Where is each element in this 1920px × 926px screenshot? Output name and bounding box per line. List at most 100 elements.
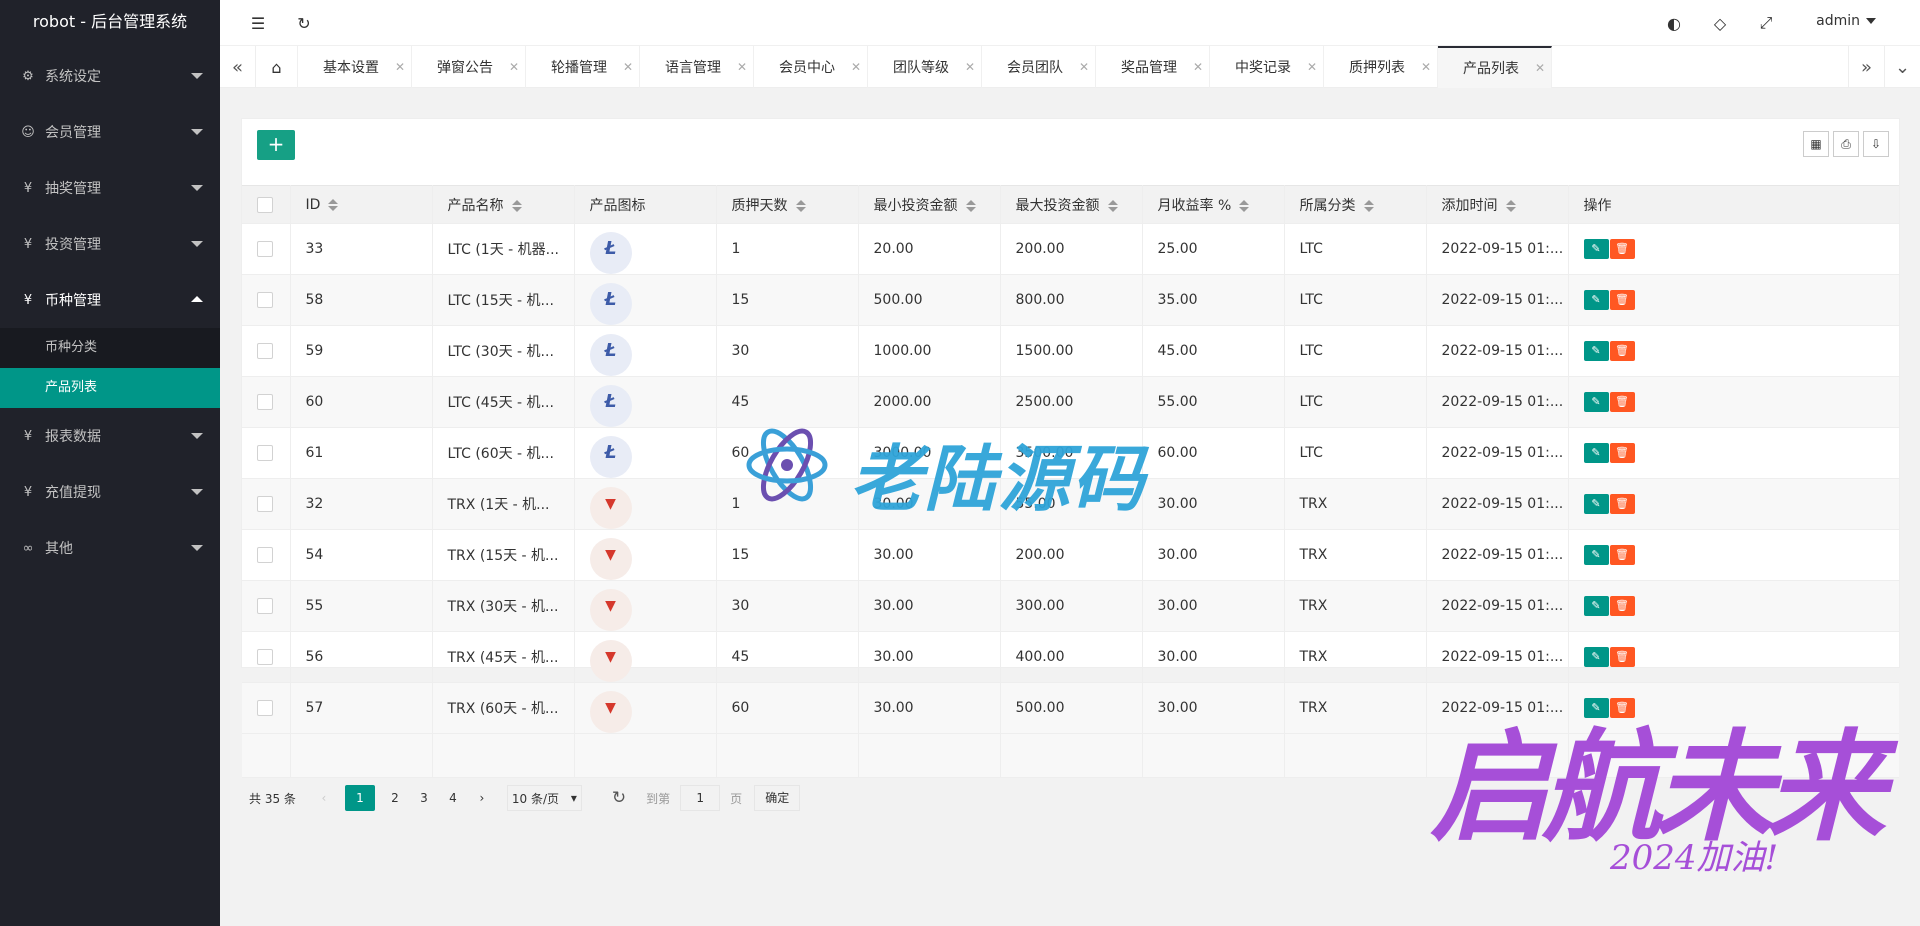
tab-winning-records[interactable]: 中奖记录 ✕ [1210,46,1324,88]
sidebar-subitem-currency-category[interactable]: 币种分类 [0,328,220,368]
row-checkbox[interactable] [257,496,273,512]
close-icon[interactable]: ✕ [1187,60,1209,74]
delete-button[interactable]: 🗑 [1609,443,1635,463]
user-menu[interactable]: admin [1816,13,1876,29]
table-row: 59 LTC (30天 - 机... Ł 30 1000.00 1500.00 45.00 L… [242,325,1899,377]
goto-confirm-button[interactable]: 确定 [754,785,801,811]
edit-button[interactable]: ✎ [1583,290,1609,310]
tab-member-center[interactable]: 会员中心 ✕ [754,46,868,88]
refresh-page-icon[interactable]: ↻ [612,788,626,808]
close-icon[interactable]: ✕ [503,60,525,74]
fullscreen-icon[interactable]: ⤢ [1756,13,1776,33]
tab-member-team[interactable]: 会员团队 ✕ [982,46,1096,88]
sidebar-subitem-product-list[interactable]: 产品列表 [0,368,220,408]
close-icon[interactable]: ✕ [1073,60,1095,74]
page-4[interactable]: 4 [439,785,467,811]
tab-basic-settings[interactable]: 基本设置 ✕ [298,46,412,88]
delete-button[interactable]: 🗑 [1609,341,1635,361]
col-time[interactable]: 添加时间 [1426,185,1569,224]
edit-button[interactable]: ✎ [1583,341,1609,361]
tab-prize[interactable]: 奖品管理 ✕ [1096,46,1210,88]
tabs-scroll-left-icon[interactable]: « [220,46,256,88]
close-icon[interactable]: ✕ [1529,61,1551,75]
sidebar-item-other[interactable]: ∞ 其他 [0,520,220,576]
sidebar-item-currency[interactable]: ¥ 币种管理 [0,272,220,328]
close-icon[interactable]: ✕ [389,60,411,74]
sort-icon[interactable] [965,199,976,212]
sort-icon[interactable] [795,199,806,212]
next-page-icon[interactable]: › [468,785,496,811]
edit-button[interactable]: ✎ [1583,443,1609,463]
sidebar-item-system-settings[interactable]: ⚙ 系统设定 [0,48,220,104]
sort-icon[interactable] [328,198,339,211]
edit-button[interactable]: ✎ [1583,545,1609,565]
tab-team-level[interactable]: 团队等级 ✕ [868,46,982,88]
col-category[interactable]: 所属分类 [1284,185,1427,224]
row-checkbox[interactable] [257,598,273,614]
col-min[interactable]: 最小投资金额 [858,185,1001,224]
row-checkbox[interactable] [257,649,273,665]
row-checkbox[interactable] [257,343,273,359]
tab-home[interactable]: ⌂ [256,46,298,88]
prev-page-icon[interactable]: ‹ [310,785,338,811]
sort-icon[interactable] [1239,199,1250,212]
col-id[interactable]: ID [290,185,433,224]
row-checkbox[interactable] [257,241,273,257]
sidebar-item-recharge[interactable]: ¥ 充值提现 [0,464,220,520]
col-rate[interactable]: 月收益率 % [1142,185,1285,224]
tag-icon[interactable]: ◇ [1710,13,1730,33]
page-2[interactable]: 2 [381,785,409,811]
delete-button[interactable]: 🗑 [1609,545,1635,565]
edit-button[interactable]: ✎ [1583,494,1609,514]
edit-button[interactable]: ✎ [1583,239,1609,259]
menu-collapse-icon[interactable]: ☰ [248,13,268,33]
close-icon[interactable]: ✕ [845,60,867,74]
columns-filter-icon[interactable]: ▦ [1803,131,1829,157]
tabs-scroll-right-icon[interactable]: » [1848,46,1884,88]
row-checkbox[interactable] [257,445,273,461]
theme-icon[interactable]: ◐ [1664,13,1684,33]
sort-icon[interactable] [1505,199,1516,212]
sort-icon[interactable] [511,199,522,212]
delete-button[interactable]: 🗑 [1609,392,1635,412]
close-icon[interactable]: ✕ [1415,60,1437,74]
add-button[interactable]: + [257,130,295,160]
tabs-dropdown-icon[interactable]: ⌄ [1884,46,1920,88]
delete-button[interactable]: 🗑 [1609,290,1635,310]
tab-pledge-list[interactable]: 质押列表 ✕ [1324,46,1438,88]
edit-button[interactable]: ✎ [1583,596,1609,616]
delete-button[interactable]: 🗑 [1609,596,1635,616]
delete-button[interactable]: 🗑 [1609,239,1635,259]
page-size-select[interactable]: 10 条/页 ▾ [506,785,582,811]
sort-icon[interactable] [1363,199,1374,212]
tab-product-list[interactable]: 产品列表 ✕ [1438,46,1552,88]
export-icon[interactable]: ⇩ [1863,131,1889,157]
print-icon[interactable]: ⎙ [1833,131,1859,157]
sidebar-item-investment[interactable]: ¥ 投资管理 [0,216,220,272]
select-all-checkbox[interactable] [257,196,273,213]
sidebar-item-lottery[interactable]: ¥ 抽奖管理 [0,160,220,216]
sidebar-item-reports[interactable]: ¥ 报表数据 [0,408,220,464]
row-checkbox[interactable] [257,700,273,716]
page-1[interactable]: 1 [344,785,375,811]
sort-icon[interactable] [1107,199,1118,212]
close-icon[interactable]: ✕ [731,60,753,74]
tab-carousel[interactable]: 轮播管理 ✕ [526,46,640,88]
col-name[interactable]: 产品名称 [432,185,575,224]
close-icon[interactable]: ✕ [959,60,981,74]
row-checkbox[interactable] [257,394,273,410]
col-days[interactable]: 质押天数 [716,185,859,224]
row-checkbox[interactable] [257,292,273,308]
edit-button[interactable]: ✎ [1583,392,1609,412]
row-checkbox[interactable] [257,547,273,563]
tab-language[interactable]: 语言管理 ✕ [640,46,754,88]
tab-popup-notice[interactable]: 弹窗公告 ✕ [412,46,526,88]
goto-page-input[interactable]: 1 [680,785,721,811]
close-icon[interactable]: ✕ [1301,60,1323,74]
page-3[interactable]: 3 [410,785,438,811]
col-max[interactable]: 最大投资金额 [1000,185,1143,224]
sidebar-item-members[interactable]: ☺ 会员管理 [0,104,220,160]
close-icon[interactable]: ✕ [617,60,639,74]
refresh-icon[interactable]: ↻ [294,13,314,33]
delete-button[interactable]: 🗑 [1609,494,1635,514]
